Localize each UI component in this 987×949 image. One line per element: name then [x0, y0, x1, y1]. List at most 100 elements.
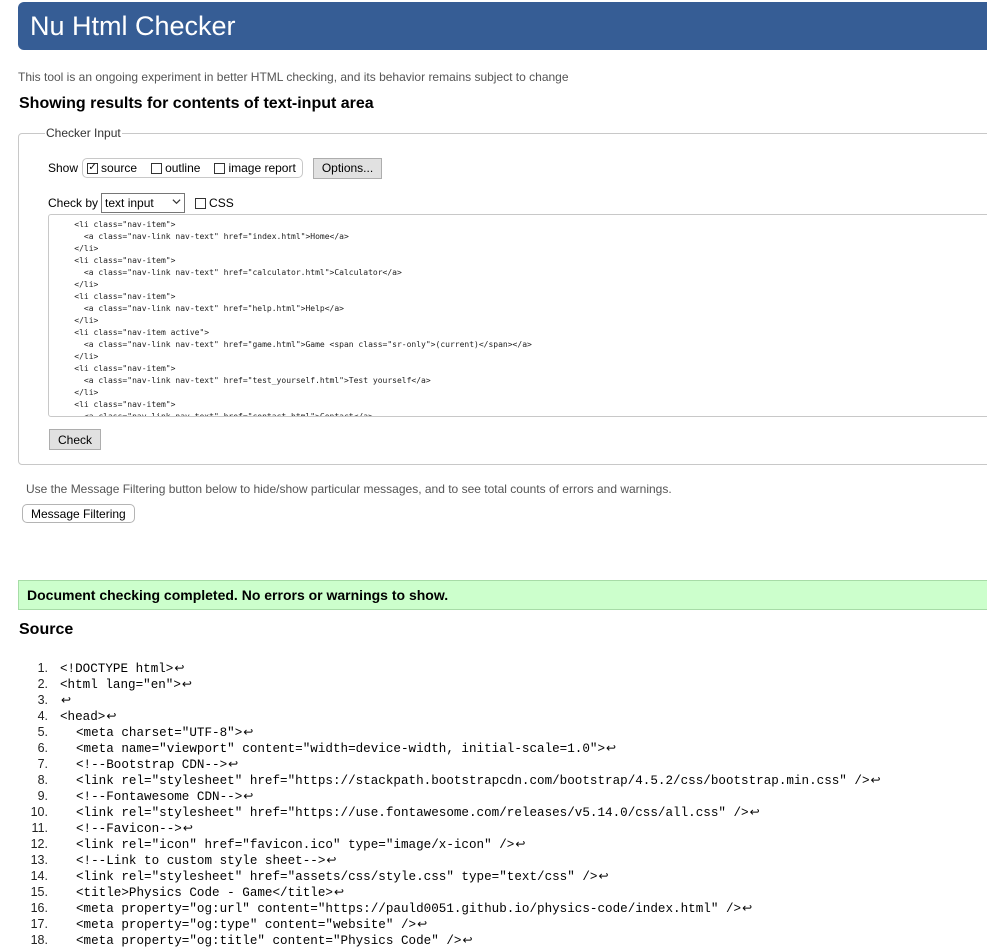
line-number: 5.	[37, 725, 48, 739]
line-text: <!--Fontawesome CDN-->	[76, 790, 243, 804]
check-by-selected-value: text input	[105, 196, 154, 210]
source-line: 1. <!DOCTYPE html>↩	[20, 660, 987, 676]
line-text: <link rel="stylesheet" href="https://sta…	[76, 774, 870, 788]
source-line: 7. <!--Bootstrap CDN-->↩	[20, 756, 987, 772]
line-number: 17.	[30, 917, 48, 931]
line-text: <link rel="stylesheet" href="assets/css/…	[76, 870, 598, 884]
return-icon: ↩	[333, 885, 345, 899]
source-listing: 1. <!DOCTYPE html>↩ 2. <html lang="en">↩ 3. ↩…	[20, 660, 987, 948]
source-line: 16. <meta property="og:url" content="http…	[20, 900, 987, 916]
line-code: <html lang="en">↩	[60, 676, 192, 692]
source-line: 4. <head>↩	[20, 708, 987, 724]
line-number: 2.	[37, 677, 48, 691]
tool-disclaimer: This tool is an ongoing experiment in be…	[18, 70, 569, 84]
source-line: 10. <link rel="stylesheet" href="https://…	[20, 804, 987, 820]
line-number: 3.	[37, 693, 48, 707]
line-code: <meta property="og:url" content="https:/…	[76, 900, 752, 916]
return-icon: ↩	[326, 853, 337, 867]
options-button[interactable]: Options...	[312, 157, 383, 179]
message-filtering-note: Use the Message Filtering button below t…	[26, 482, 672, 496]
outline-option[interactable]: outline	[151, 161, 200, 175]
line-code: <link rel="stylesheet" href="https://sta…	[76, 772, 881, 788]
check-by-row: Check by text input CSS	[48, 193, 234, 213]
image-report-option[interactable]: image report	[214, 161, 296, 175]
line-code: <link rel="icon" href="favicon.ico" type…	[76, 836, 525, 852]
show-label: Show	[48, 161, 79, 175]
source-line: 11. <!--Favicon-->↩	[20, 820, 987, 836]
return-icon: ↩	[243, 725, 254, 739]
line-text: <meta property="og:url" content="https:/…	[76, 902, 742, 916]
css-checkbox[interactable]	[195, 197, 207, 209]
line-code: <head>↩	[60, 708, 116, 724]
check-by-select[interactable]: text input	[101, 193, 186, 213]
return-icon: ↩	[606, 741, 617, 755]
message-filtering-button[interactable]: Message Filtering	[22, 504, 135, 523]
line-code: <!--Bootstrap CDN-->↩	[76, 756, 238, 772]
line-code: <meta property="og:title" content="Physi…	[76, 932, 473, 948]
show-option-group: ✓ source outline image report	[82, 158, 303, 178]
line-number: 16.	[30, 901, 48, 915]
line-text: <html lang="en">	[60, 678, 181, 692]
line-code: <link rel="stylesheet" href="https://use…	[76, 804, 760, 820]
line-number: 6.	[37, 741, 48, 755]
page-title[interactable]: Nu Html Checker	[30, 11, 236, 42]
header-bar: Nu Html Checker	[18, 2, 987, 50]
source-line: 12. <link rel="icon" href="favicon.ico" t…	[20, 836, 987, 852]
css-option[interactable]: CSS	[195, 196, 234, 210]
line-text: <meta property="og:title" content="Physi…	[76, 934, 462, 948]
outline-option-label: outline	[165, 161, 201, 175]
line-text: <!--Favicon-->	[76, 822, 182, 836]
line-number: 7.	[37, 757, 48, 771]
line-text: <!DOCTYPE html>	[60, 662, 174, 676]
line-code: ↩	[60, 692, 71, 708]
return-icon: ↩	[870, 773, 881, 787]
source-line: 8. <link rel="stylesheet" href="https://s…	[20, 772, 987, 788]
line-text: <meta property="og:type" content="websit…	[76, 918, 417, 932]
line-code: <meta property="og:type" content="websit…	[76, 916, 427, 932]
line-number: 4.	[37, 709, 48, 723]
source-line: 18. <meta property="og:title" content="Ph…	[20, 932, 987, 948]
line-code: <!--Link to custom style sheet-->↩	[76, 852, 336, 868]
return-icon: ↩	[515, 837, 526, 851]
source-line: 14. <link rel="stylesheet" href="assets/c…	[20, 868, 987, 884]
source-textarea[interactable]: <li class="nav-item"> <a class="nav-link…	[48, 214, 987, 417]
source-line: 15. <title>Physics Code - Game</title>↩	[20, 884, 987, 900]
line-code: <!DOCTYPE html>↩	[60, 660, 184, 676]
source-checkbox[interactable]: ✓	[87, 162, 99, 174]
line-number: 10.	[30, 805, 48, 819]
line-code: <title>Physics Code - Game</title>↩	[76, 884, 344, 900]
check-button[interactable]: Check	[49, 429, 102, 450]
image-report-checkbox[interactable]	[214, 162, 226, 174]
return-icon: ↩	[106, 709, 117, 723]
line-text: <!--Bootstrap CDN-->	[76, 758, 228, 772]
css-option-label: CSS	[209, 196, 234, 210]
line-number: 11.	[31, 821, 48, 835]
check-by-label: Check by	[48, 196, 99, 210]
status-success-message: Document checking completed. No errors o…	[18, 580, 987, 610]
outline-checkbox[interactable]	[151, 162, 163, 174]
line-text: <title>Physics Code - Game</title>	[76, 886, 333, 900]
checker-input-legend: Checker Input	[46, 126, 121, 140]
source-line: 17. <meta property="og:type" content="web…	[20, 916, 987, 932]
source-heading: Source	[19, 621, 74, 638]
line-number: 8.	[37, 773, 48, 787]
show-options-row: Show ✓ source outline image report Optio…	[48, 157, 383, 179]
line-text: <head>	[60, 710, 106, 724]
image-report-option-label: image report	[228, 161, 296, 175]
line-number: 18.	[30, 933, 48, 947]
source-line: 13. <!--Link to custom style sheet-->↩	[20, 852, 987, 868]
return-icon: ↩	[181, 677, 192, 691]
source-line: 2. <html lang="en">↩	[20, 676, 987, 692]
source-line: 5. <meta charset="UTF-8">↩	[20, 724, 987, 740]
return-icon: ↩	[462, 933, 473, 947]
line-text: <link rel="stylesheet" href="https://use…	[76, 806, 749, 820]
return-icon: ↩	[749, 805, 760, 819]
return-icon: ↩	[61, 693, 72, 707]
source-line: 9. <!--Fontawesome CDN-->↩	[20, 788, 987, 804]
results-heading: Showing results for contents of text-inp…	[19, 95, 374, 112]
line-code: <!--Fontawesome CDN-->↩	[76, 788, 253, 804]
return-icon: ↩	[182, 821, 193, 835]
source-option[interactable]: ✓ source	[87, 161, 137, 175]
return-icon: ↩	[243, 789, 254, 803]
chevron-down-icon	[172, 197, 181, 209]
